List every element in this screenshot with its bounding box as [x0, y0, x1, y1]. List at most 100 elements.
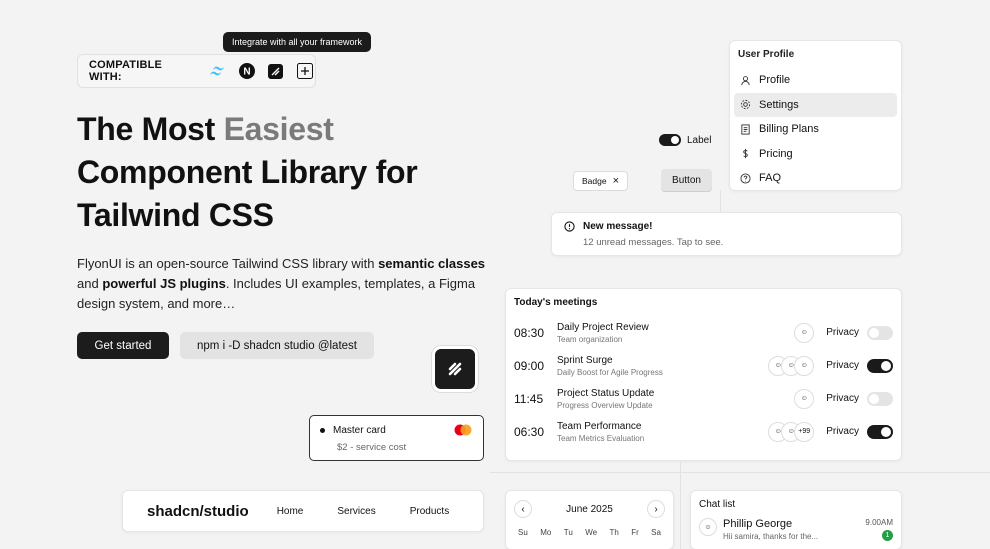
chat-list: Chat list ☺ Phillip George Hii samira, t…	[690, 490, 902, 549]
tooltip: Integrate with all your framework	[223, 32, 372, 52]
weekday: Sa	[651, 528, 661, 537]
weekday: We	[585, 528, 598, 537]
menu-item-label: Pricing	[759, 147, 793, 160]
menu-item-label: FAQ	[759, 172, 782, 185]
desc-text: and	[77, 276, 103, 291]
menu-item-label: Billing Plans	[759, 123, 819, 136]
switch-label: Label	[687, 134, 712, 146]
calendar: ‹ June 2025 › Su Mo Tu We Th Fr Sa	[505, 490, 674, 549]
desc-bold: powerful JS plugins	[102, 276, 226, 291]
meetings-card: Today's meetings 08:30 Daily Project Rev…	[505, 288, 902, 461]
user-icon	[741, 75, 750, 85]
weekday: Su	[518, 528, 528, 537]
chat-preview: Hii samira, thanks for the...	[723, 532, 819, 541]
prev-month-button[interactable]: ‹	[514, 500, 532, 518]
meeting-name: Daily Project Review	[557, 321, 649, 333]
nav-link-services[interactable]: Services	[337, 506, 375, 517]
meeting-time: 06:30	[514, 424, 545, 439]
meeting-row: 09:00 Sprint Surge Daily Boost for Agile…	[514, 349, 893, 382]
meeting-name: Sprint Surge	[557, 354, 613, 366]
plus-icon[interactable]	[294, 60, 315, 82]
privacy-label: Privacy	[826, 426, 859, 437]
calendar-month: June 2025	[566, 503, 613, 515]
nextjs-icon[interactable]: N	[236, 60, 257, 82]
app-logo-tile	[432, 346, 478, 392]
avatar: ☺	[699, 518, 717, 536]
chat-name: Phillip George	[723, 518, 793, 530]
menu-item-faq[interactable]: FAQ	[734, 166, 897, 191]
title-line: Component Library for	[77, 154, 418, 190]
menu-item-profile[interactable]: Profile	[734, 68, 897, 93]
mastercard-icon	[454, 424, 472, 436]
menu-item-billing[interactable]: Billing Plans	[734, 117, 897, 142]
info-icon	[564, 221, 575, 232]
toggle-switch[interactable]	[659, 134, 681, 146]
demo-button[interactable]: Button	[661, 169, 712, 192]
shadcn-logo-icon	[448, 362, 462, 376]
get-started-button[interactable]: Get started	[77, 332, 169, 359]
nav-link-products[interactable]: Products	[410, 506, 449, 517]
tailwind-icon[interactable]	[207, 60, 228, 82]
gear-icon	[740, 100, 751, 110]
avatar: ☺	[794, 322, 815, 343]
privacy-toggle[interactable]	[867, 424, 893, 439]
toast-subtitle: 12 unread messages. Tap to see.	[583, 237, 724, 248]
meeting-time: 09:00	[514, 358, 545, 373]
weekday: Fr	[631, 528, 639, 537]
desc-bold: semantic classes	[378, 256, 486, 271]
meeting-name: Project Status Update	[557, 387, 655, 399]
title-line: Tailwind CSS	[77, 197, 274, 233]
meeting-row: 08:30 Daily Project Review Team organiza…	[514, 316, 893, 349]
privacy-toggle[interactable]	[867, 391, 893, 406]
title-part: The Most	[77, 111, 224, 147]
meeting-name: Team Performance	[557, 420, 642, 432]
meeting-time: 11:45	[514, 391, 544, 406]
avatar: ☺	[794, 355, 815, 376]
desc-text: FlyonUI is an open-source Tailwind CSS l…	[77, 256, 379, 271]
brand-name[interactable]: shadcn/studio	[147, 503, 249, 520]
meeting-time: 08:30	[514, 325, 545, 340]
chat-title: Chat list	[699, 499, 736, 510]
compat-label: COMPATIBLE WITH:	[89, 59, 163, 83]
radio-dot[interactable]	[320, 427, 325, 433]
menu-item-settings[interactable]: Settings	[734, 92, 897, 117]
menu-item-label: Profile	[759, 74, 791, 87]
install-command-button[interactable]: npm i -D shadcn studio @latest	[180, 332, 374, 359]
notification-toast[interactable]: New message! 12 unread messages. Tap to …	[551, 212, 902, 256]
title-highlight: Easiest	[223, 111, 334, 147]
card-sub: $2 - service cost	[337, 442, 407, 453]
privacy-toggle[interactable]	[867, 325, 893, 340]
meeting-row: 11:45 Project Status Update Progress Ove…	[514, 382, 893, 415]
meeting-sub: Team Metrics Evaluation	[557, 433, 645, 443]
privacy-label: Privacy	[826, 360, 859, 371]
hero-description: FlyonUI is an open-source Tailwind CSS l…	[77, 254, 497, 314]
labeled-switch[interactable]: Label	[659, 134, 711, 146]
menu-title: User Profile	[738, 49, 795, 60]
weekday-row: Su Mo Tu We Th Fr Sa	[514, 528, 665, 537]
privacy-label: Privacy	[826, 327, 859, 338]
weekday: Th	[609, 528, 619, 537]
avatar-count: +99	[794, 421, 815, 442]
next-month-button[interactable]: ›	[647, 500, 665, 518]
page-title: The Most Easiest Component Library for T…	[77, 108, 418, 237]
chat-time: 9.00AM	[865, 518, 893, 527]
privacy-toggle[interactable]	[867, 358, 893, 373]
meeting-row: 06:30 Team Performance Team Metrics Eval…	[514, 415, 893, 448]
compatibility-bar: COMPATIBLE WITH: N	[77, 54, 316, 88]
user-profile-menu: User Profile Profile Settings Billing Pl…	[729, 40, 902, 191]
chat-item[interactable]: ☺ Phillip George Hii samira, thanks for …	[699, 518, 893, 541]
receipt-icon	[741, 124, 750, 135]
nav-link-home[interactable]: Home	[277, 506, 304, 517]
badge-label: Badge	[582, 176, 607, 186]
shadcn-icon[interactable]	[265, 60, 286, 82]
meeting-sub: Team organization	[557, 334, 623, 344]
close-icon[interactable]: ×	[613, 175, 619, 187]
card-name: Master card	[333, 424, 386, 436]
payment-option[interactable]: Master card $2 - service cost	[309, 415, 484, 461]
badge: Badge ×	[573, 171, 629, 191]
menu-item-pricing[interactable]: Pricing	[734, 142, 897, 167]
meetings-title: Today's meetings	[514, 297, 598, 308]
meeting-sub: Progress Overview Update	[557, 400, 653, 410]
divider	[490, 472, 990, 473]
meeting-sub: Daily Boost for Agile Progress	[557, 367, 663, 377]
